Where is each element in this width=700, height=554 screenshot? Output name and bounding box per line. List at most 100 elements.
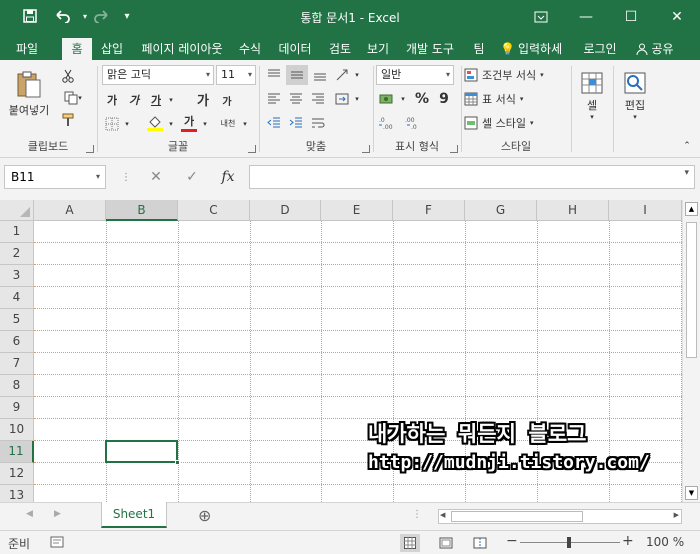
minimize-button[interactable]: — [563,0,609,34]
column-header[interactable]: I [609,200,682,221]
orientation-icon[interactable] [332,65,352,85]
cells-button[interactable]: 셀 ▾ [576,66,608,126]
bold-button[interactable]: 가 [102,90,122,110]
select-all-button[interactable] [0,200,34,221]
increase-indent-icon[interactable] [286,113,306,133]
page-layout-view-icon[interactable] [436,534,456,552]
cell-styles-button[interactable]: 셀 스타일 ▾ [464,113,556,133]
macro-record-icon[interactable] [50,536,64,551]
increase-decimal-icon[interactable]: .0.00 [376,113,400,133]
font-dialog-launcher[interactable] [248,145,256,153]
shrink-font-button[interactable]: 가 [216,90,238,110]
percent-style-button[interactable]: % [412,89,432,109]
row-header[interactable]: 4 [0,287,34,309]
name-box[interactable]: B11 ▾ [4,165,106,189]
column-header[interactable]: A [34,200,106,221]
align-right-icon[interactable] [308,89,328,109]
underline-button[interactable]: 가 [146,90,166,110]
scroll-down-icon[interactable]: ▼ [685,486,698,500]
tab-split-grip-icon[interactable]: ⋮ [412,509,422,520]
column-header[interactable]: B [106,200,178,221]
copy-icon[interactable]: ▾ [58,88,88,108]
clipboard-dialog-launcher[interactable] [86,145,94,153]
editing-button[interactable]: 편집 ▾ [618,66,652,126]
page-break-view-icon[interactable] [470,534,490,552]
merge-cells-icon[interactable] [332,89,352,109]
next-sheet-icon[interactable]: ▶ [54,509,61,519]
prev-sheet-icon[interactable]: ◀ [26,509,33,519]
font-color-dropdown-icon[interactable]: ▾ [200,114,210,134]
merge-dropdown-icon[interactable]: ▾ [352,89,362,109]
sign-in-link[interactable]: 로그인 [578,38,622,60]
insert-function-button[interactable]: fx [216,166,240,188]
accounting-dropdown-icon[interactable]: ▾ [398,89,408,109]
fill-color-icon[interactable] [144,112,166,134]
close-button[interactable]: ✕ [654,0,700,34]
zoom-slider-thumb[interactable] [567,537,571,548]
collapse-ribbon-icon[interactable]: ⌃ [680,140,694,152]
row-header[interactable]: 11 [0,441,34,463]
cut-icon[interactable] [58,66,78,86]
orientation-dropdown-icon[interactable]: ▾ [352,65,362,85]
number-dialog-launcher[interactable] [450,145,458,153]
tab-view[interactable]: 보기 [362,38,394,60]
row-header[interactable]: 7 [0,353,34,375]
tab-data[interactable]: 데이터 [272,38,318,60]
format-as-table-button[interactable]: 표 서식 ▾ [464,89,544,109]
maximize-button[interactable]: ☐ [608,0,654,34]
row-header[interactable]: 10 [0,419,34,441]
wrap-text-icon[interactable] [308,113,328,133]
scroll-left-icon[interactable]: ◀ [440,511,445,519]
zoom-out-button[interactable]: − [506,533,518,549]
expand-formula-bar-icon[interactable]: ▾ [684,168,689,178]
number-format-combo[interactable]: 일반 ▾ [376,65,454,85]
scroll-up-icon[interactable]: ▲ [685,202,698,216]
format-painter-icon[interactable] [58,110,78,130]
column-header[interactable]: D [250,200,321,221]
horizontal-scroll-thumb[interactable] [451,511,583,522]
column-header[interactable]: E [321,200,393,221]
vertical-scrollbar[interactable]: ▲ ▼ [682,200,700,502]
fill-color-dropdown-icon[interactable]: ▾ [166,114,176,134]
align-left-icon[interactable] [264,89,284,109]
align-bottom-icon[interactable] [310,65,330,85]
column-header[interactable]: G [465,200,537,221]
row-header[interactable]: 12 [0,463,34,485]
horizontal-scrollbar[interactable]: ◀ ▶ [438,509,682,524]
row-header[interactable]: 1 [0,221,34,243]
tab-formulas[interactable]: 수식 [233,38,267,60]
align-top-icon[interactable] [264,65,284,85]
tell-me-box[interactable]: 💡 입력하세 [500,38,572,60]
font-size-combo[interactable]: 11 ▾ [216,65,256,85]
border-icon[interactable] [102,114,122,134]
tab-developer[interactable]: 개발 도구 [398,38,462,60]
cancel-entry-button[interactable]: ✕ [144,166,168,188]
grow-font-button[interactable]: 가 [192,88,214,110]
scroll-right-icon[interactable]: ▶ [674,511,679,519]
font-name-combo[interactable]: 맑은 고딕 ▾ [102,65,214,85]
border-dropdown-icon[interactable]: ▾ [122,114,132,134]
italic-button[interactable]: 가 [124,90,144,110]
row-header[interactable]: 9 [0,397,34,419]
font-color-button[interactable]: 가 [178,112,200,134]
paste-button[interactable]: 붙여넣기 [4,66,54,122]
comma-style-button[interactable]: 9 [434,89,454,109]
phonetic-dropdown-icon[interactable]: ▾ [240,114,250,134]
align-center-icon[interactable] [286,89,306,109]
row-header[interactable]: 6 [0,331,34,353]
underline-dropdown-icon[interactable]: ▾ [166,90,176,110]
row-header[interactable]: 2 [0,243,34,265]
tab-home[interactable]: 홈 [62,38,92,60]
share-button[interactable]: 공유 [627,38,683,60]
add-sheet-icon[interactable]: ⊕ [198,506,211,525]
normal-view-icon[interactable] [400,534,420,552]
tab-review[interactable]: 검토 [324,38,356,60]
alignment-dialog-launcher[interactable] [362,145,370,153]
tab-file[interactable]: 파일 [8,38,46,60]
zoom-slider[interactable] [520,537,620,548]
fill-handle[interactable] [175,460,180,465]
sheet-tab[interactable]: Sheet1 [101,502,167,528]
phonetic-button[interactable]: 내천 [216,112,240,134]
conditional-formatting-button[interactable]: 조건부 서식 ▾ [464,65,568,85]
formula-input[interactable]: ▾ [249,165,695,189]
